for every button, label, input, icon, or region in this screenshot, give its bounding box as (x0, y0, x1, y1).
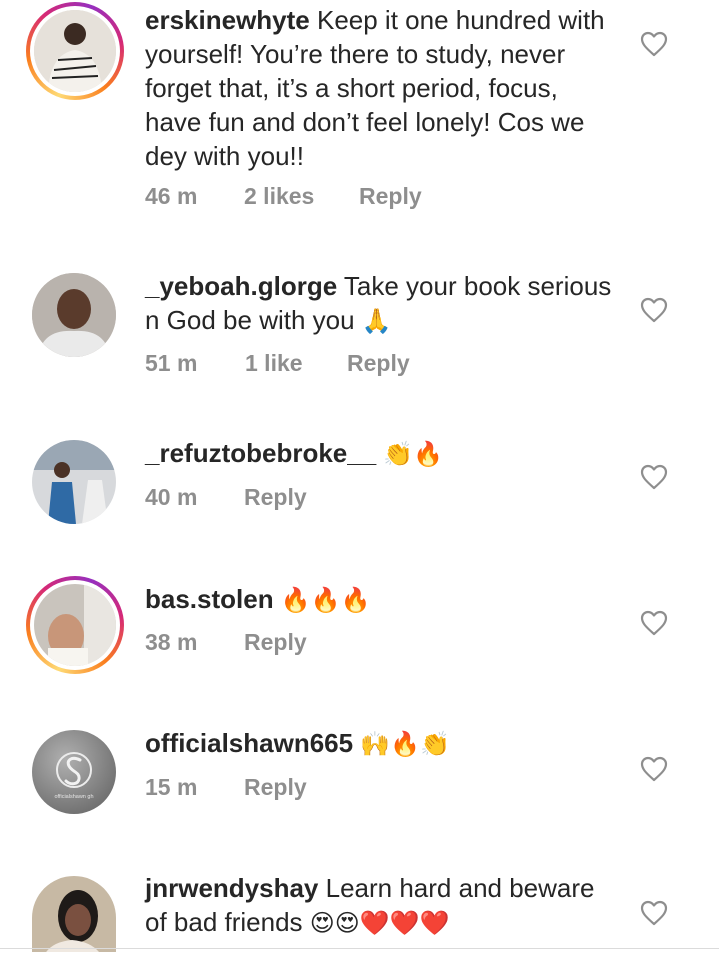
comment-emoji: 😍😍❤️❤️❤️ (309, 909, 450, 937)
comment-meta: 40 m Reply (145, 484, 307, 511)
reply-button[interactable]: Reply (359, 183, 422, 210)
comment-username[interactable]: jnrwendyshay (145, 873, 318, 903)
comment-time: 38 m (145, 629, 198, 655)
comment-item: _refuztobebroke__ 👏🔥 40 m Reply (0, 432, 719, 542)
comment-item: _yeboah.glorge Take your book serious n … (0, 265, 719, 405)
reply-button[interactable]: Reply (244, 484, 307, 511)
heart-outline-icon[interactable] (640, 297, 668, 323)
divider (0, 948, 719, 949)
comment-time: 51 m (145, 350, 198, 376)
avatar[interactable] (32, 876, 116, 952)
heart-outline-icon[interactable] (640, 464, 668, 490)
avatar[interactable] (32, 440, 116, 524)
avatar[interactable]: officialshawn gh (32, 730, 116, 814)
reply-button[interactable]: Reply (347, 350, 410, 377)
comment-username[interactable]: erskinewhyte (145, 5, 310, 35)
comment-item: officialshawn gh officialshawn665 🙌🔥👏 15… (0, 722, 719, 832)
reply-button[interactable]: Reply (244, 629, 307, 656)
comment-username[interactable]: _yeboah.glorge (145, 271, 337, 301)
avatar-story-ring[interactable] (26, 576, 124, 674)
comment-text: officialshawn665 🙌🔥👏 (145, 726, 615, 761)
comment-text: erskinewhyte Keep it one hundred with yo… (145, 3, 615, 173)
comment-time: 46 m (145, 183, 198, 209)
comment-item: bas.stolen 🔥🔥🔥 38 m Reply (0, 576, 719, 686)
heart-outline-icon[interactable] (640, 610, 668, 636)
comment-username[interactable]: bas.stolen (145, 584, 274, 614)
comment-time: 40 m (145, 484, 198, 510)
avatar-story-ring[interactable] (26, 2, 124, 100)
comment-item: erskinewhyte Keep it one hundred with yo… (0, 0, 719, 240)
comment-meta: 15 m Reply (145, 774, 307, 801)
avatar[interactable] (32, 273, 116, 357)
heart-outline-icon[interactable] (640, 900, 668, 926)
comment-time: 15 m (145, 774, 198, 800)
comment-username[interactable]: officialshawn665 (145, 728, 353, 758)
avatar[interactable] (34, 10, 116, 92)
comment-username[interactable]: _refuztobebroke__ (145, 438, 376, 468)
comment-item: jnrwendyshay Learn hard and beware of ba… (0, 868, 719, 958)
reply-button[interactable]: Reply (244, 774, 307, 801)
comment-emoji: 🔥🔥🔥 (280, 586, 371, 614)
comment-text: _yeboah.glorge Take your book serious n … (145, 269, 615, 338)
comment-emoji: 👏🔥 (383, 440, 444, 468)
heart-outline-icon[interactable] (640, 31, 668, 57)
comment-body (274, 584, 281, 614)
comment-emoji: 🙏 (361, 307, 392, 335)
comment-likes[interactable]: 1 like (245, 350, 347, 377)
comment-meta: 51 m 1 like Reply (145, 350, 410, 377)
comment-meta: 38 m Reply (145, 629, 307, 656)
comment-meta: 46 m 2 likes Reply (145, 183, 422, 210)
comment-emoji: 🙌🔥👏 (360, 730, 450, 758)
heart-outline-icon[interactable] (640, 756, 668, 782)
avatar[interactable] (34, 584, 116, 666)
avatar-caption: officialshawn gh (54, 794, 93, 800)
comment-text: bas.stolen 🔥🔥🔥 (145, 582, 615, 617)
comment-text: jnrwendyshay Learn hard and beware of ba… (145, 871, 615, 940)
comment-text: _refuztobebroke__ 👏🔥 (145, 436, 615, 471)
comment-likes[interactable]: 2 likes (244, 183, 359, 210)
